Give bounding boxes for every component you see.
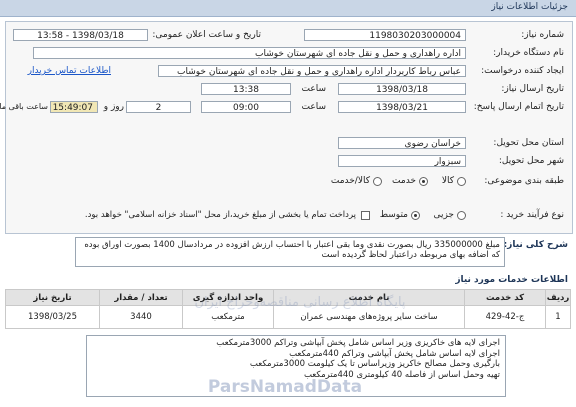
need-number-field: 1198030203000004 <box>304 29 466 41</box>
page-title: جزئیات اطلاعات نیاز <box>491 2 568 12</box>
buyer-org-label: نام دستگاه خریدار: <box>493 48 564 58</box>
category-label: طبقه بندی موضوعی: <box>484 176 564 186</box>
send-time-field: 13:38 <box>201 83 291 95</box>
send-time-label: ساعت <box>301 84 327 94</box>
col-row: ردیف <box>545 289 571 306</box>
buyer-note-line: اجرای لایه اساس شامل پخش آبپاشی وتراکم 4… <box>289 348 500 359</box>
deadline-label: تاریخ اتمام ارسال پاسخ: <box>473 102 564 112</box>
general-desc-label: شرح کلی نیاز: <box>503 240 568 250</box>
category-option-service: خدمت <box>392 176 416 186</box>
category-radio-goods-service[interactable] <box>373 177 382 186</box>
process-radio-medium[interactable] <box>411 211 420 220</box>
city-field: سبزوار <box>338 155 466 167</box>
process-label: نوع فرآیند خرید : <box>500 210 564 220</box>
process-option-minor: جزیی <box>433 210 454 220</box>
deadline-date-field: 1398/03/21 <box>338 101 466 113</box>
watermark-text-en: ParsNamadData <box>207 377 363 397</box>
deadline-time-field: 09:00 <box>201 101 291 113</box>
send-date-field: 1398/03/18 <box>338 83 466 95</box>
cell-row: 1 <box>545 305 571 329</box>
col-date: تاریخ نیاز <box>5 289 100 306</box>
general-desc-box: مبلغ 335000000 ریال بصورت نقدی وما بقی ا… <box>75 237 505 267</box>
process-option-medium: متوسط <box>379 210 408 220</box>
cell-code: ج-42-429 <box>464 305 546 329</box>
treasury-payment-checkbox[interactable] <box>361 211 370 220</box>
creator-field: عباس رباط کاربردار اداره راهداری و حمل و… <box>158 65 466 77</box>
days-label: روز و <box>103 102 124 112</box>
category-option-goods: کالا <box>441 176 454 186</box>
creator-label: ایجاد کننده درخواست: <box>481 66 564 76</box>
deadline-time-label: ساعت <box>301 102 327 112</box>
col-qty: تعداد / مقدار <box>99 289 183 306</box>
need-number-label: شماره نیاز: <box>521 30 564 40</box>
city-label: شهر محل تحویل: <box>498 156 564 166</box>
category-radio-service[interactable] <box>419 177 428 186</box>
buyer-org-field: اداره راهداری و حمل و نقل جاده ای شهرستا… <box>33 47 466 59</box>
buyer-note-line: اجرای لایه های خاکریزی وزیر اساس شامل پخ… <box>216 338 500 348</box>
send-date-label: تاریخ ارسال نیاز: <box>501 84 564 94</box>
process-radio-minor[interactable] <box>457 211 466 220</box>
announce-label: تاریخ و ساعت اعلان عمومی: <box>152 30 261 40</box>
cell-date: 1398/03/25 <box>5 305 100 329</box>
page-header: جزئیات اطلاعات نیاز <box>0 0 576 17</box>
buyer-contact-link[interactable]: اطلاعات تماس خریدار <box>28 66 111 76</box>
buyer-note-line: بارگیری وحمل مصالح خاکریز وزیراساس تا یک… <box>249 359 500 369</box>
remaining-time-field: 15:49:07 <box>50 101 98 113</box>
days-field: 2 <box>126 101 191 113</box>
cell-qty: 3440 <box>99 305 183 329</box>
watermark-text-fa: پایگاه اطلاع رسانی مناقصه‌وحراج ایران <box>194 295 406 310</box>
announce-field: 1398/03/18 - 13:58 <box>13 29 148 41</box>
province-label: استان محل تحویل: <box>493 138 564 148</box>
remaining-label: ساعت باقی مانده <box>0 102 48 111</box>
category-radio-goods[interactable] <box>457 177 466 186</box>
services-section-title: اطلاعات خدمات مورد نیاز <box>455 275 568 285</box>
category-option-goods-service: کالا/خدمت <box>330 176 370 186</box>
treasury-payment-note: پرداخت تمام یا بخشی از مبلغ خرید،از محل … <box>84 210 356 220</box>
province-field: خراسان رضوی <box>338 137 466 149</box>
col-code: کد خدمت <box>464 289 546 306</box>
